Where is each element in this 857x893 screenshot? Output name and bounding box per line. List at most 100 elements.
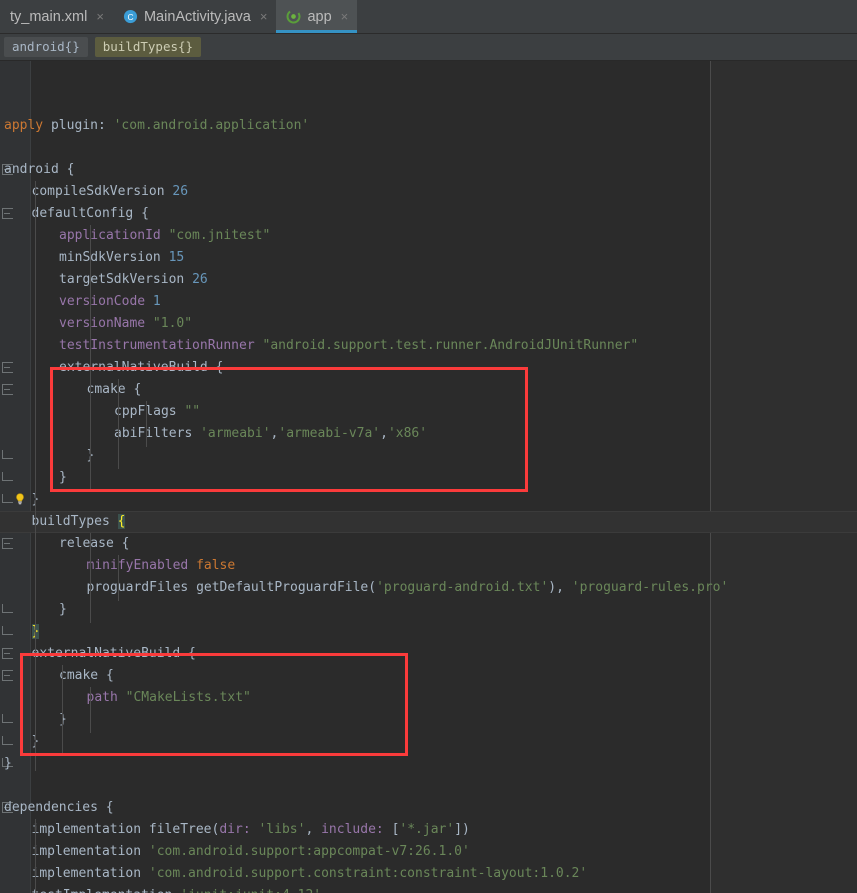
code-token: ), <box>548 580 572 595</box>
code-line[interactable]: testInstrumentationRunner "android.suppo… <box>0 335 638 357</box>
code-line[interactable]: release { <box>0 533 129 555</box>
code-line[interactable]: cppFlags "" <box>0 401 200 423</box>
indent-guide <box>90 225 91 489</box>
code-token: versionCode <box>59 294 153 309</box>
code-token: implementation <box>31 866 149 881</box>
tab-activity-main-xml[interactable]: ty_main.xml × <box>0 0 113 33</box>
code-editor[interactable]: apply plugin: 'com.android.application' a… <box>0 61 857 893</box>
code-token: dir: <box>219 822 259 837</box>
tab-app-gradle[interactable]: app × <box>276 0 358 33</box>
code-token: } <box>59 602 67 617</box>
code-token: implementation <box>31 844 149 859</box>
code-token: "" <box>184 404 201 419</box>
code-token: abiFilters <box>114 426 201 441</box>
close-icon[interactable]: × <box>341 9 349 24</box>
tab-label: app <box>307 8 332 25</box>
indent-guide <box>146 401 147 447</box>
code-line[interactable]: path "CMakeLists.txt" <box>0 687 251 709</box>
code-content[interactable]: apply plugin: 'com.android.application' a… <box>0 61 857 893</box>
code-line[interactable]: cmake { <box>0 379 142 401</box>
code-line[interactable]: targetSdkVersion 26 <box>0 269 208 291</box>
close-icon[interactable]: × <box>96 9 104 24</box>
code-token: 'proguard-rules.pro' <box>571 580 729 595</box>
code-line[interactable]: } <box>0 709 67 731</box>
indent-guide <box>35 181 36 771</box>
code-line[interactable]: } <box>0 489 40 511</box>
code-line[interactable]: externalNativeBuild { <box>0 643 196 665</box>
code-token: externalNativeBuild { <box>31 646 196 661</box>
code-line[interactable]: } <box>0 467 67 489</box>
code-line[interactable]: versionCode 1 <box>0 291 161 313</box>
code-line[interactable]: implementation 'com.android.support:appc… <box>0 841 470 863</box>
code-token: minifyEnabled <box>86 558 197 573</box>
code-line[interactable]: abiFilters 'armeabi','armeabi-v7a','x86' <box>0 423 427 445</box>
code-line[interactable]: compileSdkVersion 26 <box>0 181 189 203</box>
code-token: versionName <box>59 316 153 331</box>
code-line[interactable]: versionName "1.0" <box>0 313 192 335</box>
code-token: 'proguard-android.txt' <box>376 580 549 595</box>
code-token: targetSdkVersion <box>59 272 193 287</box>
tab-label: MainActivity.java <box>143 8 251 25</box>
code-token: 'libs' <box>258 822 306 837</box>
code-line[interactable]: } <box>0 445 95 467</box>
code-token: externalNativeBuild { <box>59 360 224 375</box>
code-token: applicationId <box>59 228 169 243</box>
code-line[interactable]: applicationId "com.jnitest" <box>0 225 270 247</box>
code-token: android { <box>4 162 75 177</box>
code-line[interactable]: minSdkVersion 15 <box>0 247 184 269</box>
code-line[interactable]: } <box>0 621 40 643</box>
code-line[interactable]: android { <box>0 159 74 181</box>
indent-guide <box>62 665 63 753</box>
code-token: : <box>97 118 114 133</box>
code-line[interactable]: testImplementation 'junit:junit:4.12' <box>0 885 322 893</box>
code-token: cppFlags <box>114 404 185 419</box>
code-token: defaultConfig { <box>31 206 149 221</box>
code-line[interactable]: apply plugin: 'com.android.application' <box>0 115 309 137</box>
code-token: false <box>196 558 236 573</box>
code-token: implementation fileTree <box>31 822 212 837</box>
breadcrumb-item-android[interactable]: android{} <box>4 37 88 57</box>
code-token: 'armeabi-v7a' <box>278 426 381 441</box>
code-token: plugin <box>43 118 98 133</box>
code-token: path <box>86 690 126 705</box>
code-token: , <box>305 822 322 837</box>
code-line[interactable]: cmake { <box>0 665 114 687</box>
editor-tab-bar: ty_main.xml × C MainActivity.java × app … <box>0 0 857 34</box>
code-token: 1 <box>152 294 161 309</box>
code-line[interactable]: implementation 'com.android.support.cons… <box>0 863 588 885</box>
code-token: release { <box>59 536 130 551</box>
code-line[interactable]: proguardFiles getDefaultProguardFile('pr… <box>0 577 729 599</box>
code-token: dependencies { <box>4 800 114 815</box>
code-token: cmake { <box>59 668 114 683</box>
code-line[interactable]: dependencies { <box>0 797 114 819</box>
code-line[interactable]: defaultConfig { <box>0 203 149 225</box>
code-line[interactable]: } <box>0 599 67 621</box>
breadcrumb: android{} buildTypes{} <box>0 34 857 61</box>
code-line[interactable]: buildTypes { <box>0 511 857 533</box>
code-token: 'com.android.application' <box>113 118 310 133</box>
close-icon[interactable]: × <box>260 9 268 24</box>
code-line[interactable] <box>0 137 4 159</box>
code-line[interactable]: } <box>0 731 40 753</box>
code-token: compileSdkVersion <box>31 184 173 199</box>
code-token: '*.jar' <box>399 822 455 837</box>
code-token: , <box>380 426 388 441</box>
code-line[interactable]: } <box>0 753 12 775</box>
indent-guide <box>35 819 36 893</box>
code-line[interactable] <box>0 775 4 797</box>
code-token: { <box>117 514 126 529</box>
code-token: cmake { <box>86 382 142 397</box>
code-token: buildTypes <box>31 514 118 529</box>
code-token: 'armeabi' <box>200 426 271 441</box>
gradle-icon <box>286 9 301 24</box>
code-token: ( <box>368 580 377 595</box>
code-line[interactable]: externalNativeBuild { <box>0 357 223 379</box>
code-token: minSdkVersion <box>59 250 169 265</box>
code-token: "com.jnitest" <box>168 228 271 243</box>
code-token: 'com.android.support:appcompat-v7:26.1.0… <box>148 844 470 859</box>
code-line[interactable]: implementation fileTree(dir: 'libs', inc… <box>0 819 470 841</box>
code-token: 26 <box>192 272 208 287</box>
code-token: "android.support.test.runner.AndroidJUni… <box>262 338 639 353</box>
tab-mainactivity-java[interactable]: C MainActivity.java × <box>113 0 277 33</box>
breadcrumb-item-buildtypes[interactable]: buildTypes{} <box>94 37 202 57</box>
